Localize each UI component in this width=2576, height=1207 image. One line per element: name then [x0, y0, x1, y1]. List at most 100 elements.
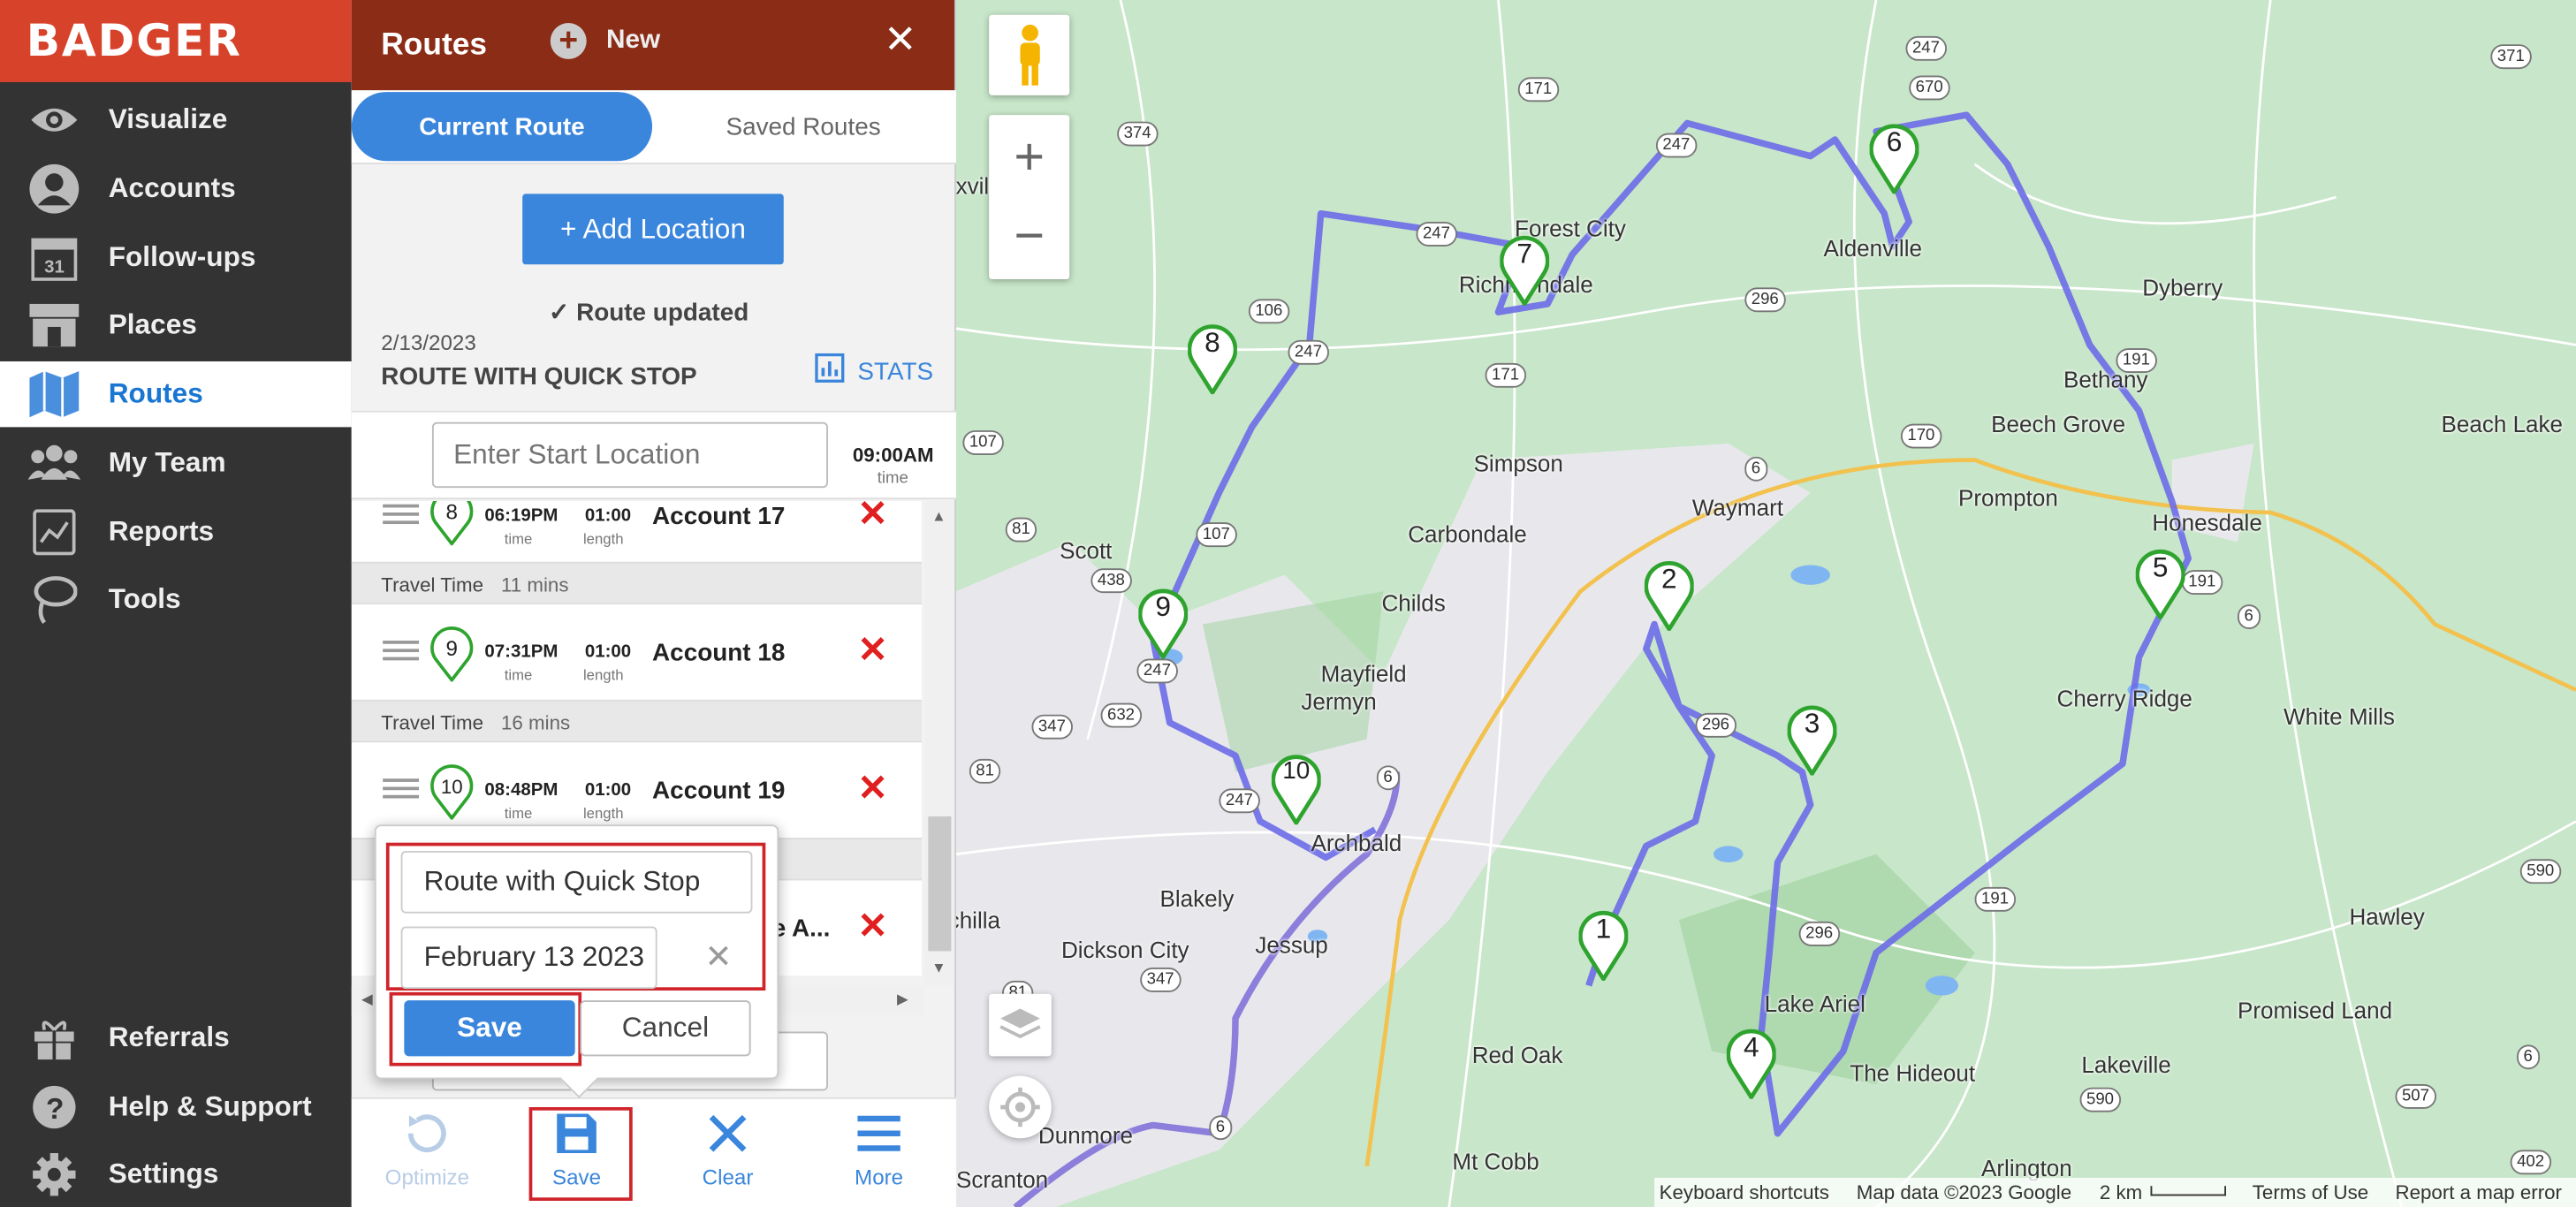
route-shield: 632 — [1100, 702, 1142, 728]
scroll-up-icon[interactable]: ▲ — [931, 507, 946, 524]
travel-time-value: 11 mins — [501, 573, 569, 596]
drag-handle-icon[interactable] — [383, 778, 420, 799]
close-icon — [709, 1114, 747, 1152]
sidebar-item-places[interactable]: Places — [0, 292, 352, 358]
route-shield: 81 — [1005, 517, 1037, 543]
route-shield: 507 — [2395, 1083, 2436, 1109]
keyboard-shortcuts-link[interactable]: Keyboard shortcuts — [1660, 1181, 1829, 1204]
route-marker[interactable]: 5 — [2135, 547, 2185, 622]
route-marker[interactable]: 1 — [1578, 908, 1629, 983]
scrollbar-thumb[interactable] — [928, 816, 952, 952]
sidebar: BADGER Visualize Accounts 31 Follow-ups … — [0, 0, 352, 1207]
popup-save-button[interactable]: Save — [404, 1000, 575, 1057]
stop-time[interactable]: 08:48PM — [484, 780, 558, 800]
route-shield: 670 — [1909, 75, 1950, 101]
route-shield: 371 — [2490, 44, 2532, 70]
map-view[interactable]: oxville Forest City Richmondale Aldenvil… — [955, 0, 2576, 1207]
map-place-label: Blakely — [1159, 885, 1235, 912]
reports-icon — [28, 506, 80, 558]
route-marker[interactable]: 3 — [1787, 703, 1837, 778]
map-place-label: Honesdale — [2152, 509, 2262, 536]
add-location-button[interactable]: + Add Location — [522, 194, 784, 265]
route-shield: 106 — [1248, 299, 1289, 324]
route-shield: 171 — [1517, 77, 1559, 102]
map-place-label: Childs — [1381, 589, 1446, 617]
route-name-input[interactable]: Route with Quick Stop — [400, 850, 753, 914]
stop-account-name[interactable]: Account 17 — [652, 503, 785, 531]
zoom-out-icon[interactable]: − — [1014, 197, 1045, 279]
sidebar-item-my-team[interactable]: My Team — [0, 430, 352, 496]
popup-cancel-button[interactable]: Cancel — [580, 1000, 751, 1057]
sidebar-item-tools[interactable]: Tools — [0, 566, 352, 632]
route-marker[interactable]: 10 — [1271, 752, 1322, 827]
sidebar-item-referrals[interactable]: Referrals — [0, 1006, 352, 1071]
delete-stop-icon[interactable]: ✕ — [857, 629, 887, 672]
route-shield: 247 — [1288, 339, 1329, 365]
route-shield: 438 — [1090, 568, 1132, 594]
delete-stop-icon[interactable]: ✕ — [857, 501, 887, 535]
start-location-input[interactable] — [431, 421, 828, 489]
sidebar-item-help-support[interactable]: ? Help & Support — [0, 1074, 352, 1140]
route-shield: 170 — [1900, 423, 1941, 449]
badger-logo[interactable]: BADGER — [0, 0, 352, 82]
scroll-down-icon[interactable]: ▼ — [931, 960, 946, 976]
more-button[interactable]: More — [830, 1112, 929, 1189]
tab-current-route[interactable]: Current Route — [351, 92, 653, 162]
route-marker[interactable]: 8 — [1187, 322, 1238, 397]
route-shield: 247 — [1416, 221, 1457, 247]
route-name: ROUTE WITH QUICK STOP — [381, 362, 697, 391]
close-icon[interactable]: ✕ — [884, 17, 916, 65]
scroll-left-icon[interactable]: ◀ — [361, 991, 373, 1008]
zoom-in-icon[interactable]: + — [1014, 115, 1045, 197]
stop-account-name[interactable]: Account 18 — [652, 639, 785, 667]
scroll-right-icon[interactable]: ▶ — [897, 991, 908, 1008]
crosshair-icon — [1000, 1087, 1040, 1127]
stop-length[interactable]: 01:00 — [585, 642, 631, 662]
list-item[interactable]: 9 07:31PM time 01:00 length Account 18 ✕ — [351, 604, 922, 700]
route-shield: 247 — [1136, 658, 1178, 684]
sidebar-item-reports[interactable]: Reports — [0, 499, 352, 565]
delete-stop-icon[interactable]: ✕ — [857, 905, 887, 947]
layers-button[interactable] — [989, 993, 1052, 1057]
sidebar-item-visualize[interactable]: Visualize — [0, 87, 352, 153]
report-error-link[interactable]: Report a map error — [2396, 1181, 2562, 1204]
route-marker[interactable]: 2 — [1644, 558, 1695, 634]
start-time[interactable]: 09:00AM — [853, 444, 934, 467]
sidebar-item-routes[interactable]: Routes — [0, 361, 352, 428]
sidebar-item-accounts[interactable]: Accounts — [0, 156, 352, 222]
route-marker[interactable]: 7 — [1499, 233, 1550, 308]
sidebar-item-follow-ups[interactable]: 31 Follow-ups — [0, 225, 352, 291]
optimize-button[interactable]: Optimize — [378, 1112, 477, 1189]
sidebar-item-settings[interactable]: Settings — [0, 1142, 352, 1207]
new-route-button[interactable]: + New — [550, 23, 660, 59]
drag-handle-icon[interactable] — [383, 504, 420, 525]
my-location-button[interactable] — [989, 1075, 1052, 1139]
route-marker[interactable]: 9 — [1137, 587, 1189, 661]
stop-length[interactable]: 01:00 — [585, 506, 631, 526]
list-item[interactable]: 10 08:48PM time 01:00 length Account 19 … — [351, 742, 922, 839]
stops-scrollbar[interactable]: ▲ ▼ — [924, 501, 955, 986]
route-date-input[interactable]: February 13 2023 — [400, 926, 657, 990]
stop-time[interactable]: 07:31PM — [484, 642, 558, 662]
map-pin-icon: 10 — [430, 764, 474, 820]
stats-label: STATS — [857, 357, 934, 385]
stop-account-name[interactable]: e A... — [772, 915, 831, 943]
marker-number: 2 — [1660, 563, 1677, 595]
drag-handle-icon[interactable] — [383, 641, 420, 661]
clear-button[interactable]: Clear — [679, 1112, 778, 1189]
street-view-pegman[interactable] — [989, 14, 1070, 95]
route-marker[interactable]: 6 — [1869, 122, 1919, 196]
checkmark-icon: ✓ — [548, 299, 577, 327]
stop-length[interactable]: 01:00 — [585, 780, 631, 800]
tab-saved-routes[interactable]: Saved Routes — [680, 92, 927, 161]
map-place-label: Lake Ariel — [1764, 991, 1866, 1017]
stop-account-name[interactable]: Account 19 — [652, 777, 785, 805]
stop-time[interactable]: 06:19PM — [484, 506, 558, 526]
clear-date-icon[interactable]: ✕ — [705, 937, 733, 977]
route-marker[interactable]: 4 — [1726, 1027, 1777, 1102]
stats-button[interactable]: STATS — [815, 353, 933, 390]
terms-link[interactable]: Terms of Use — [2253, 1181, 2368, 1204]
route-shield: 171 — [1485, 362, 1526, 388]
list-item[interactable]: 8 06:19PM time 01:00 length Account 17 ✕ — [351, 501, 922, 564]
delete-stop-icon[interactable]: ✕ — [857, 767, 887, 809]
